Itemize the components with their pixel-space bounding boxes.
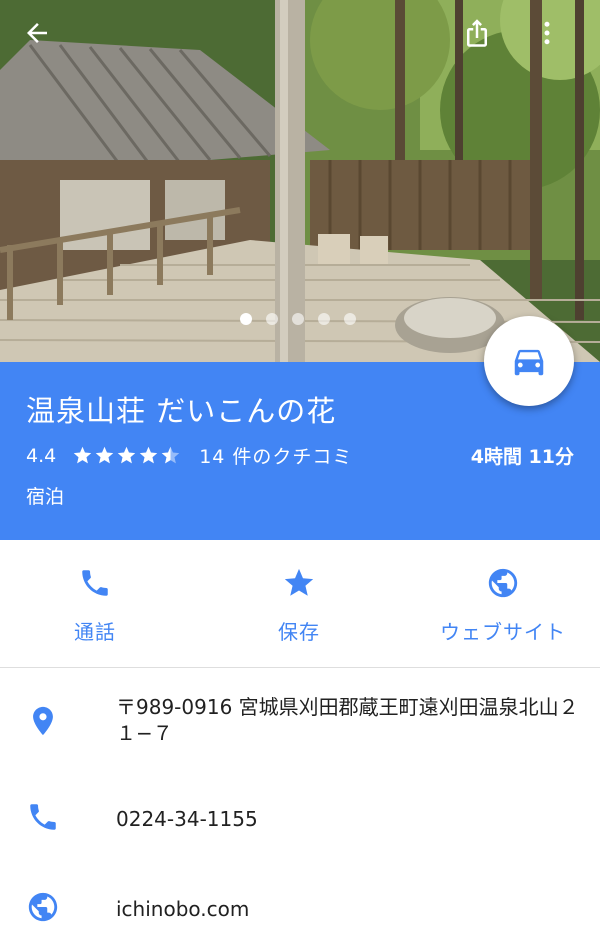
globe-icon xyxy=(488,568,518,598)
directions-car-icon xyxy=(514,349,544,376)
share-button[interactable] xyxy=(462,18,506,62)
pager-dot[interactable] xyxy=(292,313,304,325)
pager-dot[interactable] xyxy=(318,313,330,325)
address-row[interactable]: 〒989-0916 宮城県刈田郡蔵王町遠刈田温泉北山２１−７ xyxy=(0,690,600,768)
website-label: ウェブサイト xyxy=(440,620,566,644)
back-button[interactable] xyxy=(22,18,66,62)
phone-icon xyxy=(82,570,108,596)
star-icon xyxy=(284,568,314,596)
pager-dot[interactable] xyxy=(344,313,356,325)
cabin-scene-illustration xyxy=(0,0,600,362)
save-button[interactable]: 保存 xyxy=(199,540,399,668)
place-pin-icon xyxy=(33,706,53,736)
more-options-button[interactable] xyxy=(532,18,576,62)
address-text: 〒989-0916 宮城県刈田郡蔵王町遠刈田温泉北山２１−７ xyxy=(116,695,579,745)
more-vert-icon xyxy=(544,21,550,45)
share-icon xyxy=(467,19,487,47)
place-category: 宿泊 xyxy=(26,486,65,508)
arrow-back-icon xyxy=(27,23,47,43)
save-label: 保存 xyxy=(278,620,320,644)
star-full-icon xyxy=(95,446,114,464)
place-photo[interactable] xyxy=(0,0,600,362)
pager-dot[interactable] xyxy=(240,313,252,325)
star-full-icon xyxy=(139,446,158,464)
rating-value: 4.4 xyxy=(26,444,57,467)
place-title: 温泉山荘 だいこんの花 xyxy=(26,394,337,428)
phone-row[interactable]: 0224-34-1155 xyxy=(0,796,600,846)
star-full-icon xyxy=(73,446,92,464)
review-count: 14 件のクチコミ xyxy=(199,446,353,468)
pager-dot[interactable] xyxy=(266,313,278,325)
call-label: 通話 xyxy=(74,620,116,644)
photo-pager xyxy=(240,313,356,325)
website-row[interactable]: ichinobo.com xyxy=(0,886,600,926)
rating-stars xyxy=(72,445,181,466)
star-half-icon xyxy=(161,446,180,464)
drive-time: 4時間 11分 xyxy=(470,446,574,468)
star-full-icon xyxy=(117,446,136,464)
globe-icon xyxy=(28,892,58,922)
website-url: ichinobo.com xyxy=(116,897,250,921)
directions-button[interactable] xyxy=(484,316,574,406)
website-button[interactable]: ウェブサイト xyxy=(403,540,600,668)
action-bar: 通話 保存 ウェブサイト xyxy=(0,540,600,668)
phone-number: 0224-34-1155 xyxy=(116,807,258,831)
call-button[interactable]: 通話 xyxy=(0,540,195,668)
phone-icon xyxy=(30,804,56,830)
rating-row[interactable]: 4.4 14 件のクチコミ xyxy=(26,442,352,469)
